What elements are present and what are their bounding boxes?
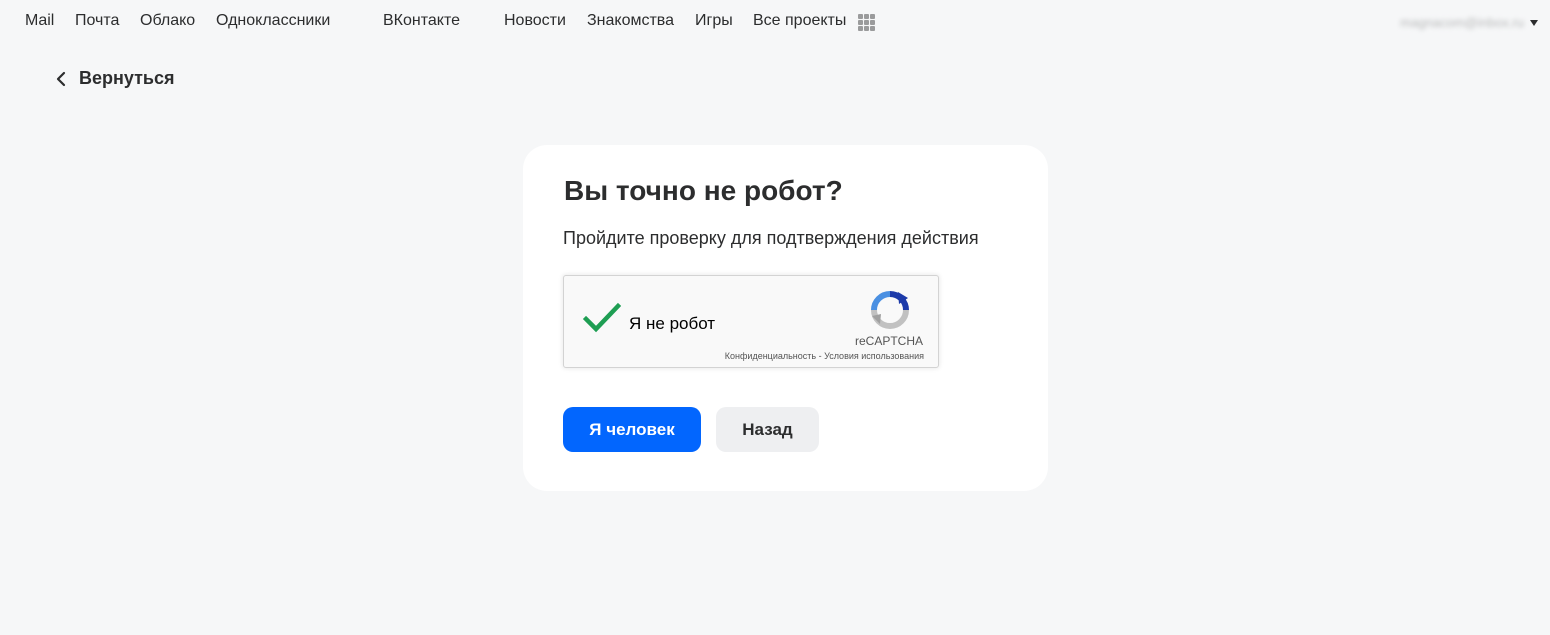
account-menu[interactable]: magnacom@inbox.ru [1400,15,1538,30]
recaptcha-logo-icon [871,291,909,329]
caret-down-icon [1530,19,1538,26]
nav-link-znakomstva[interactable]: Знакомства [587,12,674,30]
nav-link-igry[interactable]: Игры [695,12,733,30]
page-subtitle: Пройдите проверку для подтверждения дейс… [563,228,979,248]
checkmark-icon [583,302,621,333]
page-title: Вы точно не робот? [564,175,843,206]
back-link[interactable]: Вернуться [55,68,175,89]
back-button[interactable]: Назад [716,407,819,452]
recaptcha-widget: Я не робот reCAPTCHA Конфиденциальность … [563,275,939,368]
nav-link-novosti[interactable]: Новости [504,12,566,30]
top-navigation: Mail Почта Облако Одноклассники ВКонтакт… [0,0,1550,44]
confirm-human-button[interactable]: Я человек [563,407,701,452]
grid-icon[interactable] [858,14,875,31]
recaptcha-privacy-link[interactable]: Конфиденциальность [725,351,816,361]
nav-link-oblako[interactable]: Облако [140,12,195,30]
back-link-label: Вернуться [79,68,175,88]
account-email: magnacom@inbox.ru [1400,15,1524,30]
recaptcha-brand: reCAPTCHA [854,334,923,348]
recaptcha-label: Я не робот [629,314,716,333]
nav-link-mail[interactable]: Mail [25,12,54,30]
captcha-card: Вы точно не робот? Пройдите проверку для… [523,145,1048,491]
recaptcha-links: Конфиденциальность - Условия использован… [725,351,924,361]
recaptcha-checkbox[interactable] [583,302,621,334]
nav-link-pochta[interactable]: Почта [75,12,119,30]
nav-link-odnoklassniki[interactable]: Одноклассники [216,12,330,30]
nav-link-vkontakte[interactable]: ВКонтакте [383,12,460,30]
recaptcha-separator: - [816,351,825,361]
recaptcha-terms-link[interactable]: Условия использования [824,351,924,361]
chevron-left-icon [56,71,66,86]
nav-link-all-projects[interactable]: Все проекты [753,12,846,30]
